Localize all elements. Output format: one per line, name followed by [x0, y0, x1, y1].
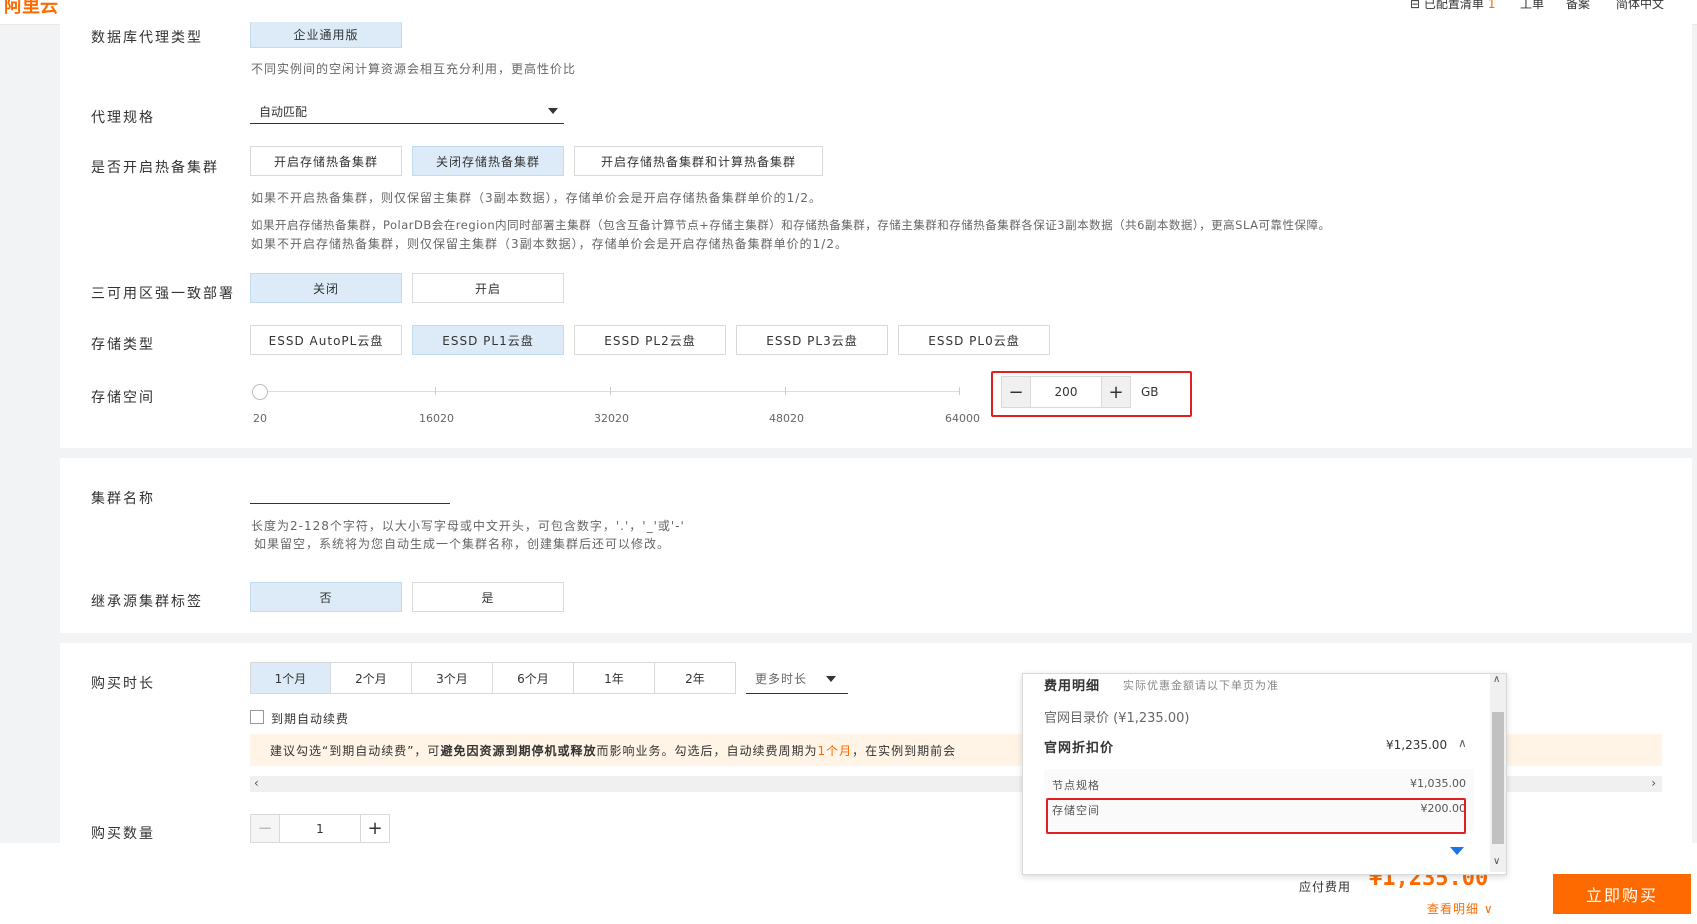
three-az-off[interactable]: 关闭 — [250, 273, 402, 303]
storage-decrease-button[interactable]: − — [1001, 376, 1031, 408]
proxy-type-label: 数据库代理类型 — [91, 30, 203, 46]
scroll-right-icon[interactable]: › — [1651, 776, 1656, 790]
hot-standby-option-1[interactable]: 关闭存储热备集群 — [412, 146, 564, 176]
inherit-tags-yes[interactable]: 是 — [412, 582, 564, 612]
storage-size-input[interactable]: 200 — [1031, 376, 1101, 408]
storage-type-pl2[interactable]: ESSD PL2云盘 — [574, 325, 726, 355]
scroll-down-icon[interactable]: ∨ — [1493, 856, 1500, 867]
hot-standby-hint-3: 如果不开启存储热备集群，则仅保留主集群（3副本数据），存储单价会是开启存储热备集… — [251, 237, 848, 251]
inherit-tags-no[interactable]: 否 — [250, 582, 402, 612]
auto-renew-label[interactable]: 到期自动续费 — [271, 710, 349, 727]
hot-standby-hint-1: 如果不开启热备集群，则仅保留主集群（3副本数据），存储单价会是开启存储热备集群单… — [251, 191, 822, 205]
duration-option-3m[interactable]: 3个月 — [412, 662, 493, 694]
duration-label: 购买时长 — [91, 676, 155, 692]
duration-option-2m[interactable]: 2个月 — [331, 662, 412, 694]
slider-tick — [435, 387, 436, 395]
expand-arrow-icon[interactable] — [1450, 847, 1464, 855]
fee-detail-popup: 费用明细 实际优惠金额请以下单页为准 官网目录价 (¥1,235.00) 官网折… — [1022, 673, 1507, 875]
cluster-name-hint-2: 如果留空，系统将为您自动生成一个集群名称，创建集群后还可以修改。 — [254, 537, 671, 551]
cluster-name-hint-1: 长度为2-128个字符，以大小写字母或中文开头，可包含数字，'.'，'_'或'-… — [251, 519, 685, 533]
duration-option-1y[interactable]: 1年 — [574, 662, 655, 694]
more-duration-select[interactable]: 更多时长 — [746, 664, 848, 694]
storage-type-pl0[interactable]: ESSD PL0云盘 — [898, 325, 1050, 355]
slider-tick — [785, 387, 786, 395]
scroll-left-icon[interactable]: ‹ — [254, 776, 259, 790]
view-details-link[interactable]: 查看明细 ∨ — [1427, 900, 1494, 917]
popup-subtitle: 实际优惠金额请以下单页为准 — [1123, 679, 1279, 692]
storage-type-autopl[interactable]: ESSD AutoPL云盘 — [250, 325, 402, 355]
discount-label: 官网折扣价 — [1044, 741, 1115, 756]
slider-tick-label: 16020 — [419, 412, 454, 425]
cluster-name-input[interactable] — [250, 478, 450, 504]
hot-standby-option-0[interactable]: 开启存储热备集群 — [250, 146, 402, 176]
slider-tick — [610, 387, 611, 395]
quantity-decrease-button[interactable]: − — [250, 814, 280, 843]
auto-renew-checkbox[interactable] — [250, 710, 264, 724]
popup-scrollbar[interactable]: ∧ ∨ — [1490, 674, 1506, 872]
dropdown-caret-icon — [548, 108, 558, 114]
cluster-name-label: 集群名称 — [91, 491, 155, 507]
duration-option-6m[interactable]: 6个月 — [493, 662, 574, 694]
proxy-type-hint: 不同实例间的空闲计算资源会相互充分利用，更高性价比 — [251, 62, 577, 76]
filing-link[interactable]: 备案 — [1566, 0, 1590, 12]
chevron-down-icon: ∨ — [1479, 902, 1494, 916]
slider-tick-label: 20 — [253, 412, 267, 425]
hot-standby-hint-2: 如果开启存储热备集群，PolarDB会在region内同时部署主集群（包含互备计… — [251, 218, 1331, 232]
list-price: 官网目录价 (¥1,235.00) — [1044, 711, 1190, 726]
storage-type-label: 存储类型 — [91, 337, 155, 353]
storage-slider-handle[interactable] — [252, 384, 268, 400]
config-list-link[interactable]: ⊟ 已配置清单 1 — [1410, 0, 1496, 12]
popup-title: 费用明细 — [1044, 679, 1101, 694]
fee-item-name: 节点规格 — [1052, 779, 1100, 792]
proxy-spec-label: 代理规格 — [91, 110, 155, 126]
scrollbar-thumb[interactable] — [1492, 712, 1504, 844]
slider-tick-label: 32020 — [594, 412, 629, 425]
fee-item-value: ¥1,035.00 — [1410, 777, 1466, 790]
hot-standby-label: 是否开启热备集群 — [91, 160, 219, 176]
aliyun-logo[interactable]: 阿里云 — [4, 0, 58, 18]
storage-type-pl3[interactable]: ESSD PL3云盘 — [736, 325, 888, 355]
slider-tick-label: 48020 — [769, 412, 804, 425]
ticket-link[interactable]: 工单 — [1520, 0, 1544, 12]
three-az-label: 三可用区强一致部署 — [91, 286, 235, 302]
proxy-spec-select[interactable]: 自动匹配 — [250, 98, 564, 124]
dropdown-caret-icon — [826, 676, 836, 682]
hot-standby-option-2[interactable]: 开启存储热备集群和计算热备集群 — [574, 146, 823, 176]
storage-type-pl1[interactable]: ESSD PL1云盘 — [412, 325, 564, 355]
storage-unit: GB — [1141, 385, 1159, 399]
three-az-on[interactable]: 开启 — [412, 273, 564, 303]
storage-increase-button[interactable]: + — [1101, 376, 1131, 408]
duration-option-1m[interactable]: 1个月 — [250, 662, 331, 694]
quantity-increase-button[interactable]: + — [360, 814, 390, 843]
config-count: 1 — [1487, 0, 1496, 11]
quantity-input[interactable]: 1 — [280, 814, 360, 843]
cart-icon: ⊟ — [1410, 0, 1424, 11]
storage-space-label: 存储空间 — [91, 390, 155, 406]
inherit-tags-label: 继承源集群标签 — [91, 594, 203, 610]
chevron-up-icon[interactable]: ∧ — [1458, 736, 1467, 750]
buy-now-button[interactable]: 立即购买 — [1553, 874, 1691, 914]
discount-value: ¥1,235.00 — [1386, 738, 1448, 752]
proxy-type-option[interactable]: 企业通用版 — [250, 22, 402, 48]
storage-fee-highlight — [1046, 798, 1466, 834]
language-selector[interactable]: 简体中文 — [1616, 0, 1664, 12]
quantity-label: 购买数量 — [91, 826, 155, 842]
scroll-up-icon[interactable]: ∧ — [1493, 674, 1500, 685]
slider-tick — [959, 387, 960, 395]
fee-label: 应付费用 — [1299, 880, 1352, 894]
duration-option-2y[interactable]: 2年 — [655, 662, 736, 694]
slider-tick-label: 64000 — [945, 412, 980, 425]
